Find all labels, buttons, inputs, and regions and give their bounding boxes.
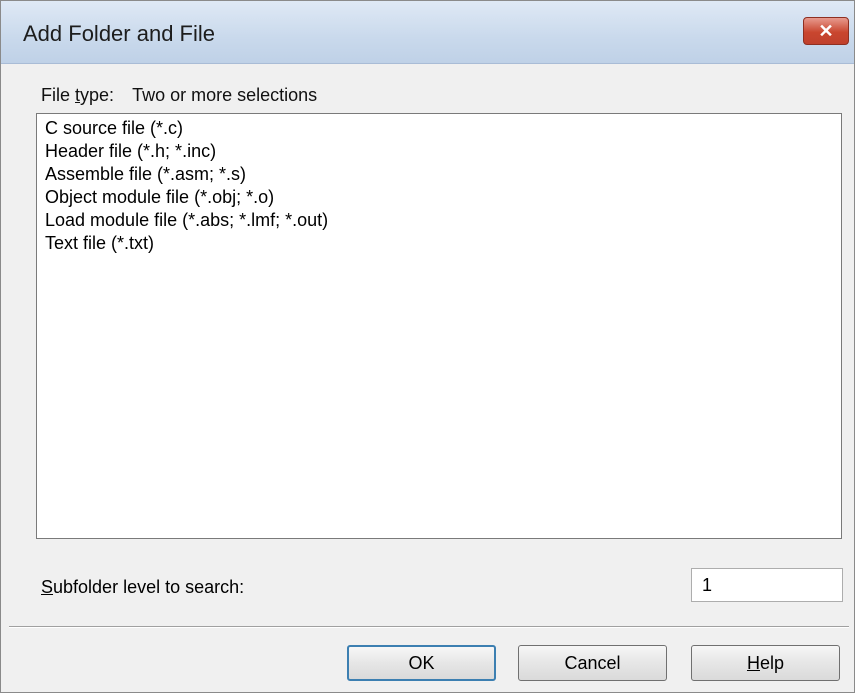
list-item-assemble[interactable]: Assemble file (*.asm; *.s) [45,163,841,186]
subfolder-level-input[interactable]: 1 [691,568,843,602]
file-type-label: File type: [41,85,115,105]
title-bar[interactable]: Add Folder and File ✕ [1,1,854,64]
list-item-load-module[interactable]: Load module file (*.abs; *.lmf; *.out) [45,209,841,232]
dialog-title: Add Folder and File [23,21,215,46]
list-item-object-module[interactable]: Object module file (*.obj; *.o) [45,186,841,209]
list-item-header[interactable]: Header file (*.h; *.inc) [45,140,841,163]
file-type-value: Two or more selections [132,85,318,105]
list-item-c-source[interactable]: C source file (*.c) [45,117,841,140]
close-button[interactable]: ✕ [803,17,849,45]
cancel-button[interactable]: Cancel [518,645,667,681]
subfolder-level-label: Subfolder level to search: [41,577,245,597]
ok-button[interactable]: OK [347,645,496,681]
file-type-row: File type: Two or more selections [41,85,317,106]
help-button[interactable]: Help [691,645,840,681]
list-item-text-file[interactable]: Text file (*.txt) [45,232,841,255]
add-folder-and-file-dialog: Add Folder and File ✕ File type: Two or m… [0,0,855,693]
file-type-list[interactable]: C source file (*.c) Header file (*.h; *.… [36,113,842,539]
close-icon: ✕ [818,20,834,41]
separator [9,626,849,628]
